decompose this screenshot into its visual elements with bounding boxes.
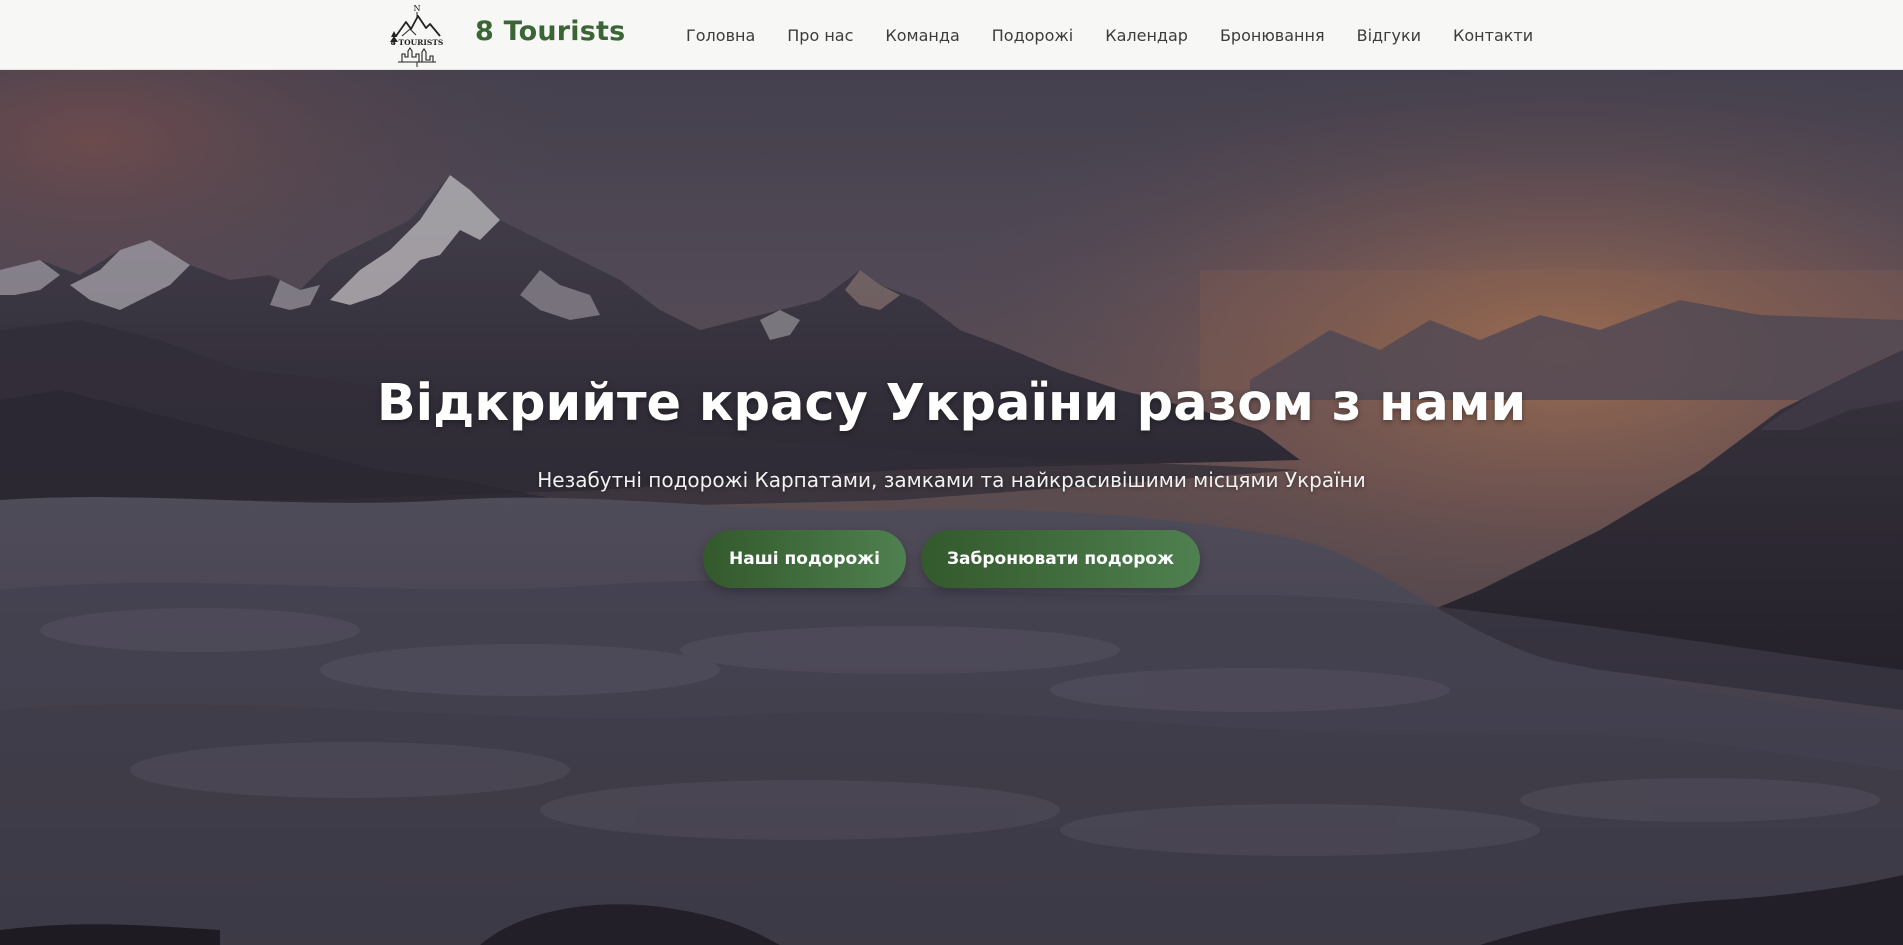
nav-item-booking[interactable]: Бронювання	[1220, 26, 1325, 45]
mountain-compass-logo-icon[interactable]: N 8 TOURISTS	[388, 2, 446, 68]
nav-item-contacts[interactable]: Контакти	[1453, 26, 1533, 45]
nav-item-team[interactable]: Команда	[885, 26, 959, 45]
hero-section: Відкрийте красу України разом з нами Нез…	[0, 70, 1903, 945]
hero-content: Відкрийте красу України разом з нами Нез…	[0, 70, 1903, 945]
hero-buttons: Наші подорожі Забронювати подорож	[0, 530, 1903, 588]
site-header: N 8 TOURISTS 8 Tourists Головна Про нас …	[0, 0, 1903, 70]
book-trip-button[interactable]: Забронювати подорож	[921, 530, 1200, 588]
brand-name[interactable]: 8 Tourists	[475, 16, 625, 47]
logo-text: 8 TOURISTS	[391, 38, 444, 47]
main-nav: Головна Про нас Команда Подорожі Календа…	[686, 0, 1533, 70]
nav-item-about[interactable]: Про нас	[787, 26, 853, 45]
hero-subtitle: Незабутні подорожі Карпатами, замками та…	[537, 468, 1366, 492]
hero-title: Відкрийте красу України разом з нами	[376, 374, 1527, 433]
our-trips-button[interactable]: Наші подорожі	[703, 530, 906, 588]
nav-item-calendar[interactable]: Календар	[1105, 26, 1188, 45]
nav-item-reviews[interactable]: Відгуки	[1357, 26, 1421, 45]
nav-item-trips[interactable]: Подорожі	[992, 26, 1073, 45]
nav-item-home[interactable]: Головна	[686, 26, 755, 45]
logo-compass-letter: N	[414, 4, 421, 13]
